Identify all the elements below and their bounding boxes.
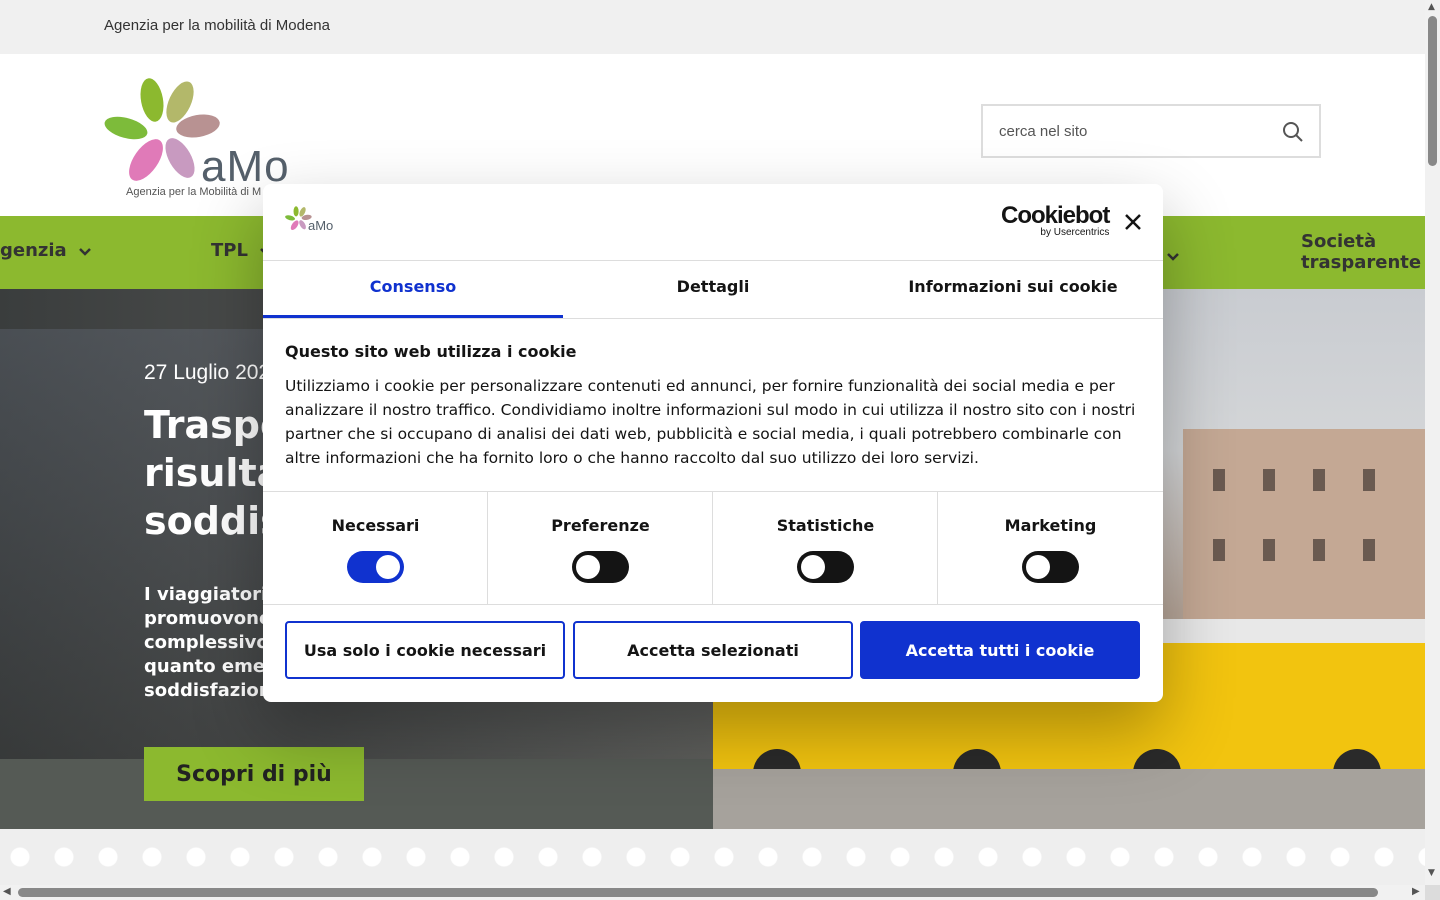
statistiche-switch[interactable] (797, 551, 854, 583)
scroll-down-icon[interactable]: ▼ (1428, 868, 1435, 878)
toggle-group-marketing: Marketing (938, 492, 1163, 605)
preferenze-switch[interactable] (572, 551, 629, 583)
use-necessary-only-button[interactable]: Usa solo i cookie necessari (285, 621, 565, 679)
horizontal-scrollbar[interactable]: ◀ ▶ (0, 885, 1425, 900)
dialog-tabs: Consenso Dettagli Informazioni sui cooki… (263, 261, 1163, 319)
tab-consenso[interactable]: Consenso (263, 261, 563, 318)
scroll-up-icon[interactable]: ▲ (1428, 2, 1435, 12)
vertical-scroll-thumb[interactable] (1428, 16, 1437, 166)
toggle-label: Preferenze (551, 516, 650, 535)
nav-item-label: genzia (0, 240, 67, 261)
search-button[interactable] (1281, 120, 1305, 144)
top-bar: Agenzia per la mobilità di Modena (0, 0, 1425, 54)
dialog-logo-wordmark: aMo (308, 218, 334, 233)
vertical-scrollbar[interactable]: ▲ ▼ (1425, 0, 1440, 886)
cookiebot-subtitle: by Usercentrics (1040, 227, 1110, 238)
consent-heading: Questo sito web utilizza i cookie (285, 342, 577, 361)
tab-informazioni[interactable]: Informazioni sui cookie (863, 261, 1163, 318)
toggle-group-statistiche: Statistiche (713, 492, 938, 605)
toggle-label: Necessari (331, 516, 420, 535)
horizontal-scroll-thumb[interactable] (18, 888, 1378, 897)
scrollbar-corner (1425, 885, 1440, 900)
close-dialog-button[interactable] (1123, 212, 1143, 232)
close-icon (1125, 214, 1141, 230)
toggle-label: Statistiche (776, 516, 875, 535)
dialog-actions: Usa solo i cookie necessari Accetta sele… (263, 605, 1163, 702)
necessari-switch[interactable] (347, 551, 404, 583)
scroll-left-icon[interactable]: ◀ (3, 886, 11, 897)
toggle-label: Marketing (1004, 516, 1097, 535)
decorative-pattern-band (0, 829, 1425, 885)
tab-dettagli[interactable]: Dettagli (563, 261, 863, 318)
cookiebot-brand[interactable]: Cookiebot by Usercentrics (1001, 202, 1110, 238)
search-icon (1283, 122, 1303, 142)
chevron-down-icon[interactable] (1165, 248, 1181, 264)
cookie-consent-dialog: aMo Cookiebot by Usercentrics Consenso D… (263, 184, 1163, 702)
accept-selected-button[interactable]: Accetta selezionati (573, 621, 853, 679)
search-input[interactable] (983, 106, 1273, 156)
chevron-down-icon (78, 247, 91, 256)
nav-item-label: TPL (211, 240, 248, 261)
logo-tagline: Agenzia per la Mobilità di M (126, 186, 262, 198)
marketing-switch[interactable] (1022, 551, 1079, 583)
consent-body: Questo sito web utilizza i cookie Utiliz… (285, 342, 1145, 470)
accept-all-button[interactable]: Accetta tutti i cookie (860, 621, 1140, 679)
toggle-group-preferenze: Preferenze (488, 492, 713, 605)
consent-text: Utilizziamo i cookie per personalizzare … (285, 377, 1136, 467)
nav-item-label-line1: Società (1301, 231, 1377, 252)
cookiebot-name: Cookiebot (1001, 202, 1110, 229)
nav-item-agenzia[interactable]: genzia (0, 240, 93, 261)
dialog-header: aMo Cookiebot by Usercentrics (263, 184, 1163, 261)
toggle-group-necessari: Necessari (263, 492, 488, 605)
agency-name: Agenzia per la mobilità di Modena (104, 17, 330, 34)
dialog-site-logo: aMo (285, 204, 335, 238)
scopri-di-piu-button[interactable]: Scopri di più (144, 747, 364, 801)
nav-item-societa-trasparente[interactable]: Società trasparente (1301, 231, 1421, 273)
search-box (981, 104, 1321, 158)
scroll-right-icon[interactable]: ▶ (1412, 886, 1420, 897)
cookie-category-toggles: Necessari Preferenze Statistiche Marketi… (263, 491, 1163, 605)
nav-item-label-line2: trasparente (1301, 252, 1422, 273)
hero-date: 27 Luglio 202 (144, 361, 271, 384)
